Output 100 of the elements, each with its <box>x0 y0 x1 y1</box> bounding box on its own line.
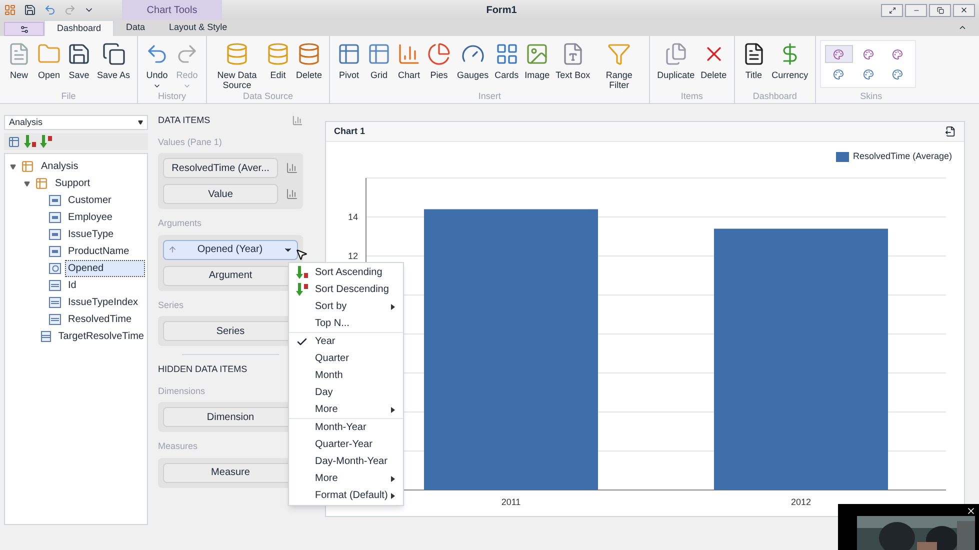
tree-item[interactable]: Id <box>65 277 80 294</box>
tree-item[interactable]: TargetResolveTime <box>55 328 147 345</box>
ribbon-button[interactable]: Pivot <box>334 40 364 80</box>
text-field-icon <box>49 195 61 206</box>
ribbon-button[interactable]: Save <box>64 40 94 80</box>
ribbon-button[interactable]: Open <box>34 40 64 80</box>
ribbon-button[interactable]: Undo <box>142 40 172 90</box>
ribbon-button[interactable]: Grid <box>364 40 394 80</box>
tree-item[interactable]: Customer <box>65 192 114 209</box>
bar-chart-icon <box>286 188 298 200</box>
section-label: Arguments <box>158 217 203 230</box>
tree-item[interactable]: Support <box>52 175 94 192</box>
menu-item[interactable]: Day <box>289 384 403 401</box>
number-field-icon <box>49 280 61 291</box>
ribbon-button[interactable]: Cards <box>492 40 522 80</box>
section-label: Values (Pane 1) <box>158 136 223 149</box>
undo-icon <box>44 4 56 16</box>
data-source-dropdown[interactable]: Analysis <box>4 115 148 130</box>
group-label: Dashboard <box>752 90 798 103</box>
section-label: Series <box>158 298 185 312</box>
data-item-slot[interactable]: ResolvedTime (Aver... <box>163 158 278 178</box>
group-label: Insert <box>477 90 502 103</box>
menu-item[interactable]: Sort by <box>289 298 403 315</box>
tree-item[interactable]: ProductName <box>65 243 132 260</box>
tree-item[interactable]: Analysis <box>38 158 82 175</box>
x-tick-label: 2011 <box>501 496 521 506</box>
save-icon <box>24 4 36 16</box>
redo-icon <box>64 4 76 16</box>
ribbon-button[interactable]: Edit <box>263 40 294 80</box>
ribbon-button[interactable]: Currency <box>768 40 812 80</box>
export-icon <box>945 126 956 137</box>
menu-item[interactable]: Month <box>289 367 403 384</box>
section-label: Dimensions <box>158 384 206 398</box>
sort-descending-icon <box>40 135 52 148</box>
fullscreen-icon <box>888 6 896 14</box>
ribbon-button[interactable]: New <box>4 40 34 80</box>
ribbon-button[interactable]: Duplicate <box>654 40 698 80</box>
group-label: File <box>60 90 77 103</box>
panel-heading: HIDDEN DATA ITEMS <box>158 363 248 376</box>
palette-icon <box>862 48 874 60</box>
menu-item[interactable]: Quarter-Year <box>289 436 403 453</box>
bar-chart-icon <box>292 115 303 126</box>
table-icon <box>35 177 48 190</box>
tree-item[interactable]: IssueType <box>65 226 117 243</box>
ribbon-button[interactable]: Range Filter <box>593 40 646 90</box>
number-field-icon <box>49 314 61 325</box>
close-icon <box>960 6 968 14</box>
ribbon-button[interactable]: Title <box>738 40 769 80</box>
tree-item[interactable]: Employee <box>65 209 116 226</box>
palette-icon <box>892 68 904 80</box>
ribbon-button[interactable]: Delete <box>293 40 326 80</box>
tree-item[interactable]: ResolvedTime <box>65 311 135 328</box>
ribbon-button[interactable]: Gauges <box>454 40 492 80</box>
skin-item[interactable] <box>825 45 853 63</box>
ribbon-button[interactable]: Save As <box>94 40 134 80</box>
ribbon-button[interactable]: Chart <box>394 40 424 80</box>
expander-icon[interactable] <box>9 164 17 170</box>
ribbon-tab[interactable]: Data <box>114 20 158 36</box>
menu-item[interactable]: Quarter <box>289 350 403 367</box>
x-tick-label: 2012 <box>790 496 812 506</box>
restore-button[interactable] <box>929 4 951 16</box>
sort-ascending-icon <box>24 135 36 148</box>
app-icon <box>4 4 16 16</box>
check-icon <box>296 336 308 348</box>
collapse-all-icon <box>8 136 20 148</box>
sort-descending-icon <box>296 283 308 296</box>
palette-icon <box>862 68 874 80</box>
ribbon-button[interactable]: Pies <box>424 40 454 80</box>
dropdown-icon <box>138 120 143 125</box>
close-button[interactable] <box>966 506 976 516</box>
fullscreen-button[interactable] <box>881 4 903 16</box>
palette-icon <box>833 48 844 60</box>
tree-item[interactable]: Opened <box>65 260 145 277</box>
number-field-icon <box>41 331 52 342</box>
ribbon-button[interactable]: New Data Source <box>211 40 264 90</box>
bar-chart-icon <box>286 162 298 174</box>
palette-icon <box>892 48 904 60</box>
group-label: History <box>157 90 188 103</box>
ribbon-tab[interactable]: Dashboard <box>44 20 114 36</box>
cursor-icon <box>295 248 308 261</box>
text-field-icon <box>49 246 61 257</box>
chart-title: Chart 1 <box>334 124 366 138</box>
window-title: Form1 <box>485 4 518 18</box>
data-item-slot[interactable]: Value <box>163 184 278 204</box>
ribbon-button[interactable]: Image <box>522 40 553 80</box>
group-label: Data Source <box>242 90 294 103</box>
ribbon-button[interactable]: Text Box <box>552 40 594 80</box>
expander-icon[interactable] <box>23 180 31 186</box>
table-icon <box>21 160 34 173</box>
ribbon-button[interactable]: Delete <box>698 40 730 80</box>
sort-arrow-icon <box>168 245 177 254</box>
app-menu-button[interactable] <box>4 22 44 36</box>
ribbon-tab[interactable]: Layout & Style <box>157 20 240 36</box>
menu-item[interactable]: Format (Default) <box>289 487 403 504</box>
palette-icon <box>833 68 844 80</box>
y-tick-label: 14 <box>348 212 358 222</box>
tree-item[interactable]: IssueTypeIndex <box>65 294 142 311</box>
close-icon <box>966 506 976 516</box>
data-item-slot[interactable]: Opened (Year) <box>163 240 298 260</box>
submenu-arrow-icon <box>391 492 395 498</box>
